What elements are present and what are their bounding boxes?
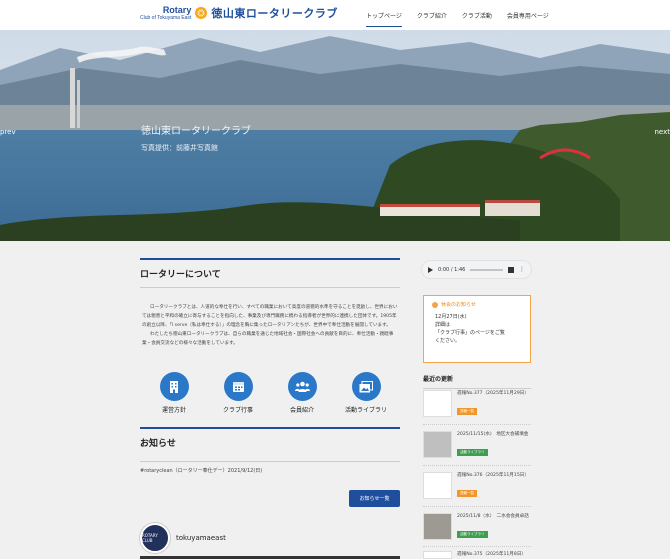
hero-prev-button[interactable]: prev [0, 128, 16, 136]
hero-next-button[interactable]: next [654, 128, 670, 136]
update-item[interactable]: 2025/11/8（水） 二水会会員卓話 活動ライブラリ [423, 513, 531, 540]
instagram-name: tokuyamaeast [176, 534, 226, 542]
update-text: 週報No.375（2025年11月8日） [457, 552, 527, 557]
update-item[interactable]: 週報No.376（2025年11月15日） 週報一覧 [423, 472, 531, 499]
update-info: 週報No.375（2025年11月8日） [457, 551, 526, 559]
update-text: 週報No.377（2025年11月29日） [457, 391, 529, 396]
update-tag[interactable]: 週報一覧 [457, 408, 477, 415]
quick-link-members[interactable]: 会員紹介 [274, 372, 330, 414]
notice-line: ください。 [435, 338, 461, 344]
quick-link-label: 活動ライブラリ [344, 407, 387, 414]
logo-text-en: Rotary Club of Tokuyama East [140, 4, 192, 21]
quick-link-label: 会員紹介 [289, 407, 314, 414]
notice-box: 休会のお知らせ 12月27日(水) 詳細は 「クラブ行事」のページをご覧 くださ… [423, 295, 531, 363]
notice-line: 12月27日(水) [435, 314, 467, 320]
notice-line: 「クラブ行事」のページをご覧 [435, 330, 505, 336]
update-separator [423, 424, 531, 425]
update-info: 2025/11/8（水） 二水会会員卓話 活動ライブラリ [457, 513, 529, 540]
site-header: Rotary Club of Tokuyama East 徳山東ロータリークラブ… [0, 0, 670, 30]
update-item[interactable]: 週報No.375（2025年11月8日） [423, 551, 531, 559]
quick-link-label: 運営方針 [161, 407, 186, 414]
nav-club-activity[interactable]: クラブ活動 [462, 8, 492, 27]
notice-line: 詳細は [435, 322, 451, 328]
audio-player[interactable]: 0:00 / 1:46 ⋮ [421, 260, 532, 279]
gallery-icon [351, 372, 381, 401]
audio-seek-bar[interactable] [470, 268, 503, 271]
quick-link-policy[interactable]: 運営方針 [146, 372, 202, 414]
update-info: 2025/11/15(水) 地区大会補填金 活動ライブラリ [457, 431, 528, 458]
quick-link-library[interactable]: 活動ライブラリ [338, 372, 394, 414]
update-tag[interactable]: 活動ライブラリ [457, 449, 488, 456]
about-paragraph-2: わたしたち徳山東ロータリークラブは、自らの職業を通じた地域社会・国際社会への貢献… [142, 332, 394, 346]
update-tag[interactable]: 活動ライブラリ [457, 531, 488, 538]
nav-club-intro[interactable]: クラブ紹介 [417, 8, 447, 27]
update-text: 2025/11/8（水） 二水会会員卓話 [457, 514, 529, 519]
rotary-wheel-icon [195, 6, 208, 20]
info-icon [432, 301, 438, 308]
logo-rotary: Rotary [162, 4, 192, 15]
update-thumbnail [423, 390, 452, 417]
quick-links: 運営方針 クラブ行事 会員紹介 活動ライブラリ [140, 372, 400, 414]
hero-title: 徳山東ロータリークラブ [141, 126, 251, 137]
nav-top[interactable]: トップページ [366, 8, 402, 27]
update-separator [423, 546, 531, 547]
main-content: ロータリーについて ロータリークラブとは、人道的な奉仕を行い、すべての職業におい… [140, 258, 400, 414]
about-title: ロータリーについて [140, 258, 400, 288]
update-separator [423, 465, 531, 466]
update-thumbnail [423, 472, 452, 499]
news-list-button[interactable]: お知らせ一覧 [349, 490, 400, 507]
about-paragraph-1: ロータリークラブとは、人道的な奉仕を行い、すべての職業において高度の道徳的水準を… [142, 305, 398, 328]
logo-sub: Club of Tokuyama East [140, 14, 192, 21]
avatar: ROTARY CLUB [140, 523, 170, 553]
update-tag[interactable]: 週報一覧 [457, 490, 477, 497]
update-text: 週報No.376（2025年11月15日） [457, 473, 529, 478]
update-thumbnail [423, 513, 452, 540]
hero-slideshow: 徳山東ロータリークラブ 写真提供：前藤井写真館 prev next [0, 30, 670, 241]
notice-title-text: 休会のお知らせ [441, 302, 476, 308]
hero-image [0, 30, 670, 241]
update-item[interactable]: 週報No.377（2025年11月29日） 週報一覧 [423, 390, 531, 417]
calendar-icon [223, 372, 253, 401]
quick-link-label: クラブ行事 [222, 407, 253, 414]
audio-time: 0:00 / 1:46 [438, 266, 466, 273]
update-info: 週報No.377（2025年11月29日） 週報一覧 [457, 390, 529, 417]
volume-icon[interactable] [508, 266, 514, 273]
instagram-profile[interactable]: ROTARY CLUB tokuyamaeast [140, 523, 226, 553]
about-text: ロータリークラブとは、人道的な奉仕を行い、すべての職業において高度の道徳的水準を… [140, 303, 400, 348]
update-thumbnail [423, 551, 452, 559]
news-title: お知らせ [140, 427, 400, 462]
logo-jp: 徳山東ロータリークラブ [211, 7, 338, 20]
building-icon [159, 372, 189, 401]
play-icon[interactable] [428, 266, 433, 273]
news-item[interactable]: #rotaryclean（ロータリー奉仕デー）2021/9/12(日) [140, 467, 262, 474]
update-info: 週報No.376（2025年11月15日） 週報一覧 [457, 472, 529, 499]
site-logo[interactable]: Rotary Club of Tokuyama East 徳山東ロータリークラブ [140, 5, 338, 21]
notice-title: 休会のお知らせ [432, 301, 522, 308]
main-nav: トップページ クラブ紹介 クラブ活動 会員専用ページ [366, 8, 564, 27]
notice-body: 12月27日(水) 詳細は 「クラブ行事」のページをご覧 ください。 [432, 313, 522, 345]
people-icon [287, 372, 317, 401]
update-thumbnail [423, 431, 452, 458]
update-text: 2025/11/15(水) 地区大会補填金 [457, 432, 529, 437]
more-icon[interactable]: ⋮ [519, 266, 525, 273]
update-separator [423, 506, 531, 507]
updates-title: 最近の更新 [423, 374, 531, 389]
hero-credit: 写真提供：前藤井写真館 [141, 144, 218, 152]
nav-members-only[interactable]: 会員専用ページ [507, 8, 549, 27]
quick-link-events[interactable]: クラブ行事 [210, 372, 266, 414]
hero-caption: 徳山東ロータリークラブ 写真提供：前藤井写真館 [141, 122, 251, 153]
update-item[interactable]: 2025/11/15(水) 地区大会補填金 活動ライブラリ [423, 431, 531, 458]
